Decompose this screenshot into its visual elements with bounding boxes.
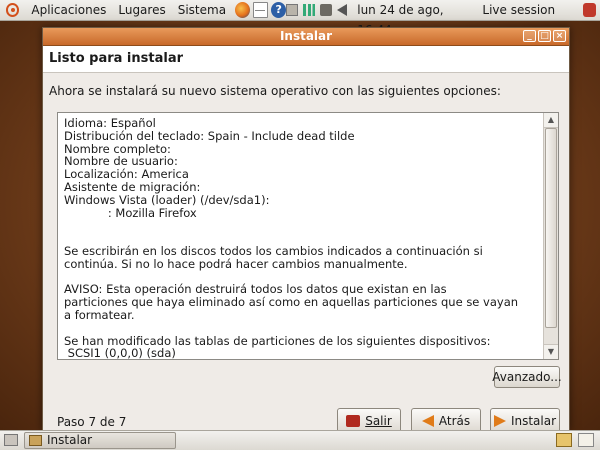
summary-line: Windows Vista (loader) (/dev/sda1): <box>64 192 270 207</box>
taskbar-item-label: Instalar <box>47 433 93 447</box>
summary-line: continúa. Si no lo hace podrá hacer camb… <box>64 256 408 271</box>
help-icon[interactable]: ? <box>271 2 287 18</box>
workspace-1-icon[interactable] <box>556 433 572 447</box>
step-indicator: Paso 7 de 7 <box>57 415 127 429</box>
summary-line <box>64 219 538 232</box>
window-title: Instalar <box>279 29 333 43</box>
installer-icon <box>29 435 42 446</box>
maximize-button[interactable]: □ <box>538 30 551 42</box>
quit-button-label: Salir <box>365 414 392 428</box>
workspace-switcher <box>556 433 594 447</box>
summary-line: a formatear. <box>64 307 135 322</box>
volume-icon[interactable] <box>337 4 348 16</box>
summary-line: Asistente de migración: <box>64 179 201 194</box>
session-user[interactable]: Live session user <box>478 0 582 37</box>
back-arrow-icon <box>421 415 434 427</box>
quit-icon <box>346 415 361 427</box>
summary-text: Idioma: Español Distribución del teclado… <box>64 116 538 360</box>
trash-icon[interactable] <box>578 433 594 447</box>
battery-icon[interactable] <box>320 4 333 16</box>
page-title: Listo para instalar <box>43 46 569 73</box>
back-button-label: Atrás <box>438 414 471 428</box>
firefox-icon[interactable] <box>235 2 251 18</box>
install-button-label: Instalar <box>510 414 557 428</box>
scroll-down-icon[interactable]: ▼ <box>544 344 558 359</box>
ubuntu-logo-icon[interactable] <box>6 3 20 17</box>
forward-arrow-icon <box>493 415 506 427</box>
window-titlebar[interactable]: Instalar _ □ × <box>43 28 569 46</box>
summary-line: particiones que haya eliminado así como … <box>64 295 519 310</box>
mail-icon[interactable] <box>253 2 269 18</box>
clock[interactable]: lun 24 de ago, 16:44 <box>353 0 478 37</box>
scrollbar-thumb[interactable] <box>545 128 557 328</box>
close-button[interactable]: × <box>553 30 566 42</box>
summary-line: SCSI1 (0,0,0) (sda) <box>64 346 176 360</box>
system-tray <box>286 4 348 16</box>
taskbar-item-installer[interactable]: Instalar <box>24 432 176 449</box>
show-desktop-icon[interactable] <box>4 434 18 446</box>
network-icon[interactable] <box>303 4 316 16</box>
summary-line <box>64 322 538 335</box>
summary-line: Distribución del teclado: Spain - Includ… <box>64 128 355 143</box>
advanced-button[interactable]: Avanzado... <box>492 366 562 388</box>
menu-places[interactable]: Lugares <box>112 0 171 20</box>
menu-applications[interactable]: Aplicaciones <box>25 0 112 20</box>
minimize-button[interactable]: _ <box>523 30 536 42</box>
summary-line: Idioma: Español <box>64 116 156 130</box>
intro-text: Ahora se instalará su nuevo sistema oper… <box>49 84 501 98</box>
hardware-icon[interactable] <box>286 4 299 16</box>
summary-line: Se escribirán en los discos todos los ca… <box>64 243 483 258</box>
menu-system[interactable]: Sistema <box>172 0 232 20</box>
installer-window: Instalar _ □ × Listo para instalar Ahora… <box>42 27 570 434</box>
scroll-up-icon[interactable]: ▲ <box>544 113 558 128</box>
top-panel: Aplicaciones Lugares Sistema ? lun 24 de… <box>0 0 600 37</box>
summary-textbox[interactable]: Idioma: Español Distribución del teclado… <box>57 112 559 360</box>
summary-scrollbar[interactable]: ▲ ▼ <box>543 113 558 359</box>
bottom-panel: Instalar <box>0 430 600 450</box>
summary-line: : Mozilla Firefox <box>64 205 197 220</box>
advanced-button-label: Avanzado... <box>492 370 562 384</box>
power-icon[interactable] <box>582 3 596 17</box>
